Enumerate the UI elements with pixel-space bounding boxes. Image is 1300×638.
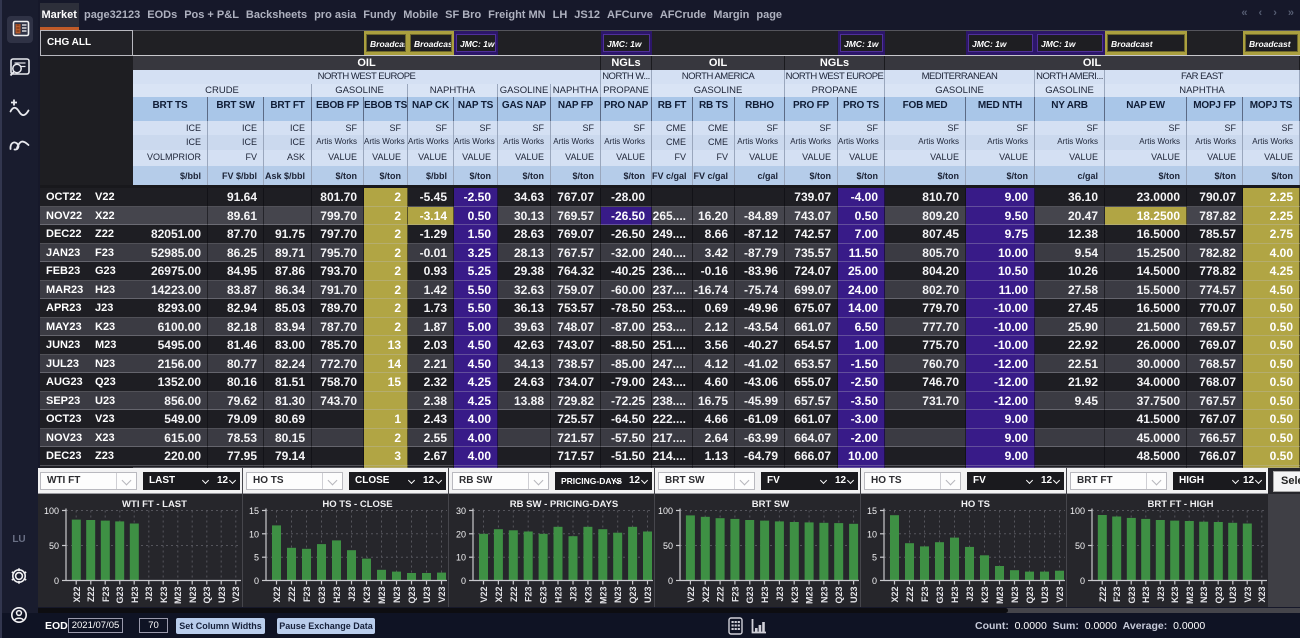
svg-text:100: 100 [658, 506, 673, 516]
svg-text:WTI FT - LAST: WTI FT - LAST [122, 499, 187, 510]
svg-text:F23: F23 [730, 587, 740, 603]
svg-text:G23: G23 [539, 587, 549, 604]
svg-text:N23: N23 [613, 587, 623, 604]
svg-text:V22: V22 [479, 587, 489, 603]
svg-text:G23: G23 [317, 587, 327, 604]
svg-text:Z22: Z22 [1098, 587, 1108, 603]
svg-text:0: 0 [54, 576, 59, 586]
svg-text:Q23: Q23 [202, 587, 212, 604]
svg-text:J23: J23 [1156, 587, 1166, 602]
svg-text:N23: N23 [819, 587, 829, 604]
svg-text:50: 50 [663, 541, 673, 551]
svg-text:X22: X22 [72, 587, 82, 603]
svg-text:J23: J23 [347, 587, 357, 602]
svg-text:0: 0 [668, 576, 673, 586]
svg-text:N23: N23 [1010, 587, 1020, 604]
svg-text:10: 10 [867, 529, 877, 539]
svg-text:K23: K23 [362, 587, 372, 604]
svg-text:RB SW - PRICING-DAYS: RB SW - PRICING-DAYS [510, 499, 618, 510]
svg-text:F23: F23 [101, 587, 111, 603]
svg-text:X22: X22 [701, 587, 711, 603]
svg-text:BRT FT - HIGH: BRT FT - HIGH [1148, 499, 1214, 510]
svg-text:H23: H23 [130, 587, 140, 604]
svg-text:X22: X22 [272, 587, 282, 603]
svg-text:V23: V23 [1055, 587, 1065, 603]
svg-text:K23: K23 [159, 587, 169, 604]
svg-text:X23: X23 [1257, 587, 1267, 603]
svg-text:M23: M23 [173, 587, 183, 605]
svg-text:Q23: Q23 [628, 587, 638, 604]
svg-text:100: 100 [1070, 506, 1085, 516]
svg-text:V23: V23 [1243, 587, 1253, 603]
svg-text:F23: F23 [1112, 587, 1122, 603]
svg-text:H23: H23 [1141, 587, 1151, 604]
svg-text:M23: M23 [598, 587, 608, 605]
svg-text:K23: K23 [790, 587, 800, 604]
svg-text:M23: M23 [1185, 587, 1195, 605]
svg-text:K23: K23 [583, 587, 593, 604]
svg-text:50: 50 [1075, 541, 1085, 551]
svg-text:V23: V23 [437, 587, 447, 603]
svg-text:X22: X22 [494, 587, 504, 603]
svg-text:G23: G23 [745, 587, 755, 604]
svg-text:0: 0 [254, 576, 259, 586]
svg-text:V22: V22 [686, 587, 696, 603]
svg-text:H23: H23 [554, 587, 564, 604]
svg-text:HO TS: HO TS [961, 499, 990, 510]
svg-text:F23: F23 [302, 587, 312, 603]
svg-text:0: 0 [872, 576, 877, 586]
svg-text:Z22: Z22 [86, 587, 96, 603]
svg-text:10: 10 [249, 529, 259, 539]
svg-text:U23: U23 [217, 587, 227, 604]
svg-text:K23: K23 [980, 587, 990, 604]
svg-text:J23: J23 [965, 587, 975, 602]
svg-text:15: 15 [867, 506, 877, 516]
svg-text:Z22: Z22 [509, 587, 519, 603]
svg-text:H23: H23 [760, 587, 770, 604]
svg-text:F23: F23 [524, 587, 534, 603]
svg-text:Q23: Q23 [407, 587, 417, 604]
svg-text:20: 20 [456, 529, 466, 539]
svg-text:M23: M23 [805, 587, 815, 605]
svg-text:Z22: Z22 [716, 587, 726, 603]
svg-text:V23: V23 [231, 587, 241, 603]
svg-text:50: 50 [49, 541, 59, 551]
svg-text:U23: U23 [422, 587, 432, 604]
svg-text:Z22: Z22 [287, 587, 297, 603]
svg-text:U23: U23 [1040, 587, 1050, 604]
svg-text:F23: F23 [920, 587, 930, 603]
svg-text:Q23: Q23 [1214, 587, 1224, 604]
svg-text:X22: X22 [890, 587, 900, 603]
svg-text:M23: M23 [377, 587, 387, 605]
svg-text:0: 0 [461, 576, 466, 586]
svg-text:J23: J23 [144, 587, 154, 602]
svg-text:J23: J23 [569, 587, 579, 602]
svg-text:H23: H23 [950, 587, 960, 604]
svg-text:10: 10 [456, 553, 466, 563]
svg-text:H23: H23 [332, 587, 342, 604]
svg-text:J23: J23 [775, 587, 785, 602]
svg-text:G23: G23 [115, 587, 125, 604]
svg-text:N23: N23 [392, 587, 402, 604]
svg-text:5: 5 [872, 553, 877, 563]
svg-text:U23: U23 [849, 587, 859, 604]
svg-text:G23: G23 [935, 587, 945, 604]
svg-text:G23: G23 [1127, 587, 1137, 604]
svg-text:K23: K23 [1170, 587, 1180, 604]
svg-text:5: 5 [254, 553, 259, 563]
svg-text:BRT SW: BRT SW [752, 499, 790, 510]
svg-text:U23: U23 [643, 587, 653, 604]
svg-text:Q23: Q23 [834, 587, 844, 604]
svg-text:N23: N23 [188, 587, 198, 604]
svg-text:0: 0 [1080, 576, 1085, 586]
svg-text:Q23: Q23 [1025, 587, 1035, 604]
svg-text:N23: N23 [1199, 587, 1209, 604]
svg-text:15: 15 [249, 506, 259, 516]
svg-text:100: 100 [44, 506, 59, 516]
svg-text:Z22: Z22 [905, 587, 915, 603]
svg-text:U23: U23 [1228, 587, 1238, 604]
svg-text:HO TS - CLOSE: HO TS - CLOSE [322, 499, 392, 510]
svg-text:M23: M23 [995, 587, 1005, 605]
svg-text:30: 30 [456, 506, 466, 516]
